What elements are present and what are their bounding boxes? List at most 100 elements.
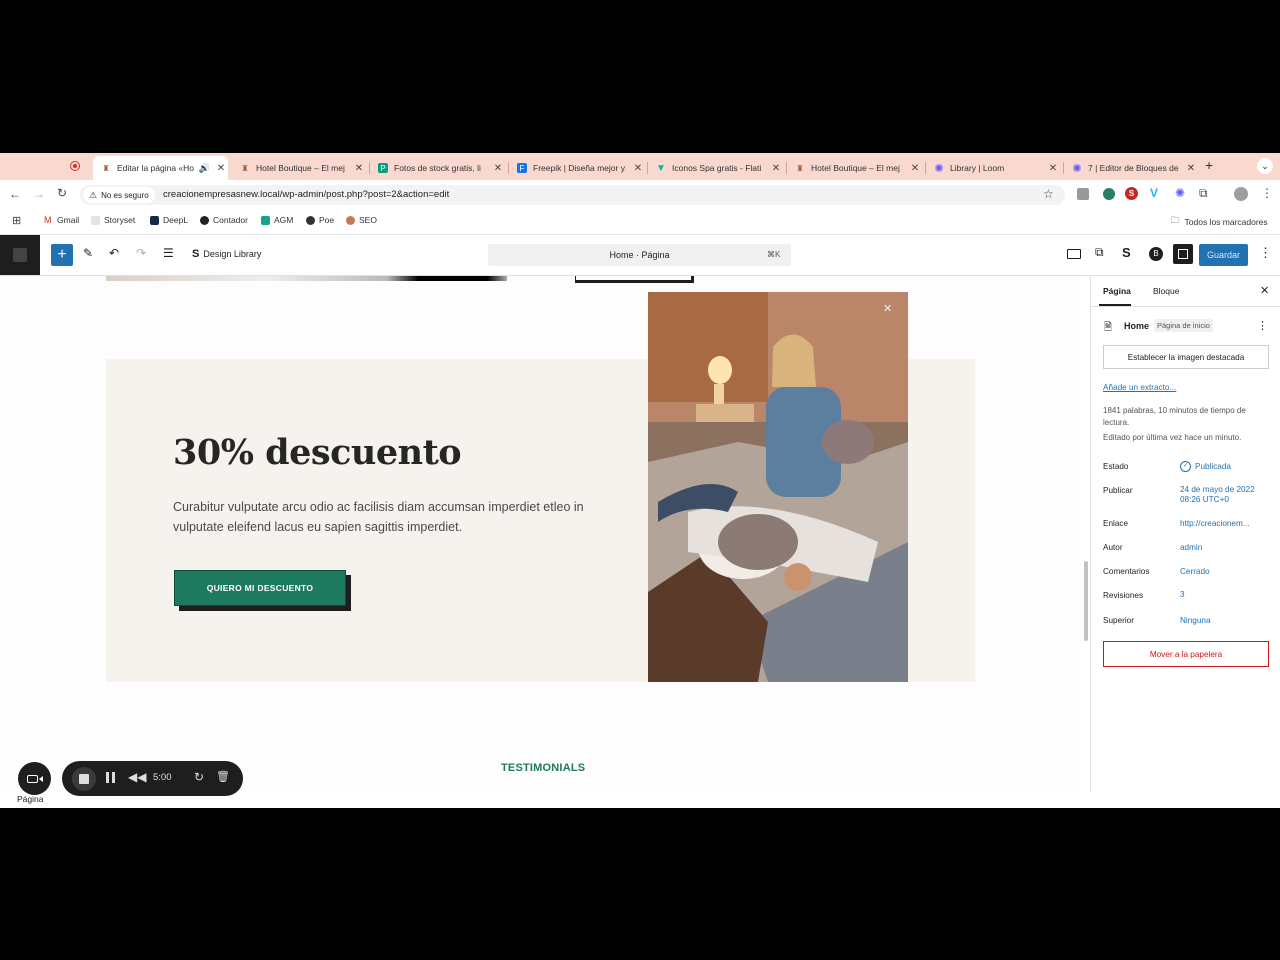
bookmark-seo[interactable]: SEO: [346, 215, 377, 225]
close-tab-icon[interactable]: ✕: [769, 163, 783, 174]
design-library-button[interactable]: S Design Library: [192, 248, 261, 260]
extension-loom-icon[interactable]: ✺: [1175, 186, 1185, 200]
close-tab-icon[interactable]: ✕: [631, 163, 645, 174]
profile-avatar[interactable]: [1234, 187, 1248, 201]
editor-canvas[interactable]: 30% descuento Curabitur vulputate arcu o…: [0, 276, 1081, 791]
restart-icon[interactable]: ↻: [194, 770, 204, 784]
browser-tab-loom-library[interactable]: ✺ Library | Loom ✕: [926, 156, 1060, 180]
settings-sidebar-toggle[interactable]: [1173, 244, 1193, 264]
browser-tab-pexels[interactable]: P Fotos de stock gratis, li ✕: [370, 156, 505, 180]
featured-image-label: Establecer la imagen destacada: [1127, 352, 1245, 362]
tab-page[interactable]: Página: [1103, 286, 1131, 296]
browser-tab-flaticon[interactable]: ▼ Iconos Spa gratis - Flati ✕: [648, 156, 783, 180]
close-tab-icon[interactable]: ✕: [1184, 163, 1198, 174]
add-excerpt-link[interactable]: Añade un extracto...: [1103, 383, 1176, 392]
all-bookmarks[interactable]: 🗀 Todos los marcadores: [1171, 215, 1268, 229]
plugin-b-icon[interactable]: B: [1149, 247, 1163, 261]
delete-recording-icon[interactable]: 🗑: [216, 770, 230, 783]
url-text[interactable]: creacionempresasnew.local/wp-admin/post.…: [163, 189, 449, 200]
author-value[interactable]: admin: [1180, 543, 1202, 552]
audio-playing-icon[interactable]: 🔊: [199, 163, 210, 174]
close-image-icon[interactable]: ✕: [883, 302, 892, 315]
bookmark-poe[interactable]: Poe: [306, 215, 334, 225]
poe-icon: [306, 215, 315, 225]
forward-icon[interactable]: →: [33, 187, 45, 201]
discount-button[interactable]: QUIERO MI DESCUENTO: [174, 570, 346, 606]
bookmark-contador[interactable]: Contador: [200, 215, 248, 225]
bookmark-star-icon[interactable]: ☆: [1043, 187, 1054, 201]
apps-grid-icon[interactable]: ⊞: [12, 214, 21, 227]
status-value[interactable]: ✓ Publicada: [1180, 461, 1231, 472]
stackable-settings-icon[interactable]: S: [1122, 245, 1131, 260]
browser-tab-hotel-1[interactable]: ♜ Hotel Boutique – El mej ✕: [232, 156, 366, 180]
save-button[interactable]: Guardar: [1199, 244, 1248, 266]
preview-desktop-icon[interactable]: [1067, 249, 1081, 259]
freepik-favicon-icon: F: [517, 163, 527, 173]
command-palette[interactable]: Home · Página ⌘K: [488, 244, 791, 266]
add-block-button[interactable]: +: [51, 244, 73, 266]
tab-block[interactable]: Bloque: [1153, 286, 1179, 296]
security-chip[interactable]: ⚠ No es seguro: [83, 187, 155, 203]
previous-section-image: [106, 276, 507, 281]
loom-recorder-controls: ◀◀ 5:00 ↻ 🗑: [62, 761, 243, 796]
close-sidebar-icon[interactable]: ✕: [1260, 284, 1269, 297]
extension-grammar-icon[interactable]: [1103, 188, 1115, 200]
tab-title: Iconos Spa gratis - Flati: [672, 163, 762, 173]
loom-camera-button[interactable]: [18, 762, 51, 795]
redo-icon[interactable]: ↷: [136, 246, 146, 260]
tools-pencil-icon[interactable]: ✎: [83, 246, 93, 260]
close-tab-icon[interactable]: ✕: [908, 163, 922, 174]
discount-heading: 30% descuento: [173, 432, 462, 473]
options-menu-icon[interactable]: ⋮: [1259, 245, 1272, 261]
browser-tab-edit-page[interactable]: ♜ Editar la página «Ho 🔊 ✕: [93, 156, 228, 180]
document-overview-icon[interactable]: ☰: [163, 246, 174, 260]
flaticon-favicon-icon: ▼: [656, 162, 666, 174]
tab-search-icon[interactable]: ⌄: [1257, 158, 1273, 174]
new-tab-icon[interactable]: +: [1205, 157, 1213, 173]
publish-date-value[interactable]: 24 de mayo de 2022 08:26 UTC+0: [1180, 485, 1270, 505]
footer-breadcrumb[interactable]: Página: [17, 794, 43, 804]
close-tab-icon[interactable]: ✕: [214, 163, 228, 174]
link-value[interactable]: http://creacionem...: [1180, 519, 1250, 528]
rewind-icon[interactable]: ◀◀: [128, 770, 146, 784]
back-icon[interactable]: ←: [9, 187, 21, 201]
couple-pillow-fight-photo[interactable]: ✕: [648, 292, 908, 682]
stop-recording-button[interactable]: [72, 767, 96, 791]
extension-vimeo-icon[interactable]: V: [1150, 186, 1158, 200]
address-bar[interactable]: ⚠ No es seguro creacionempresasnew.local…: [80, 185, 1065, 205]
extensions-puzzle-icon[interactable]: ⧉: [1199, 186, 1208, 201]
site-icon[interactable]: [0, 235, 40, 275]
featured-image-button[interactable]: Establecer la imagen destacada: [1103, 345, 1269, 369]
extension-ai-icon[interactable]: [1077, 188, 1089, 200]
parent-value[interactable]: Ninguna: [1180, 616, 1211, 625]
reload-icon[interactable]: ↻: [57, 186, 67, 200]
page-options-icon[interactable]: ⋮: [1257, 319, 1268, 332]
pause-icon[interactable]: [106, 772, 115, 783]
bookmark-gmail[interactable]: M Gmail: [44, 215, 79, 225]
recording-timer: 5:00: [153, 772, 172, 783]
close-tab-icon[interactable]: ✕: [352, 163, 366, 174]
status-value-text: Publicada: [1195, 462, 1231, 471]
view-page-icon[interactable]: ⧉: [1095, 245, 1104, 260]
bookmarks-bar: ⊞ M Gmail Storyset DeepL Contador AGM Poe…: [0, 210, 1280, 235]
canvas-scrollbar[interactable]: [1081, 276, 1090, 791]
loom-favicon-icon: ✺: [1072, 162, 1082, 175]
close-tab-icon[interactable]: ✕: [1046, 163, 1060, 174]
browser-menu-icon[interactable]: ⋮: [1261, 186, 1273, 200]
browser-tab-hotel-2[interactable]: ♜ Hotel Boutique – El mej ✕: [787, 156, 922, 180]
bookmark-storyset[interactable]: Storyset: [91, 215, 135, 225]
comments-value[interactable]: Cerrado: [1180, 567, 1210, 576]
bookmark-agm[interactable]: AGM: [261, 215, 293, 225]
bookmark-deepl[interactable]: DeepL: [150, 215, 188, 225]
comments-label: Comentarios: [1103, 567, 1150, 576]
revisions-value[interactable]: 3: [1180, 590, 1185, 599]
extension-s-icon[interactable]: S: [1125, 187, 1138, 200]
recording-indicator-icon: [70, 161, 80, 171]
undo-icon[interactable]: ↶: [109, 246, 119, 260]
move-to-trash-button[interactable]: Mover a la papelera: [1103, 641, 1269, 667]
scrollbar-thumb[interactable]: [1084, 561, 1088, 641]
browser-tab-freepik[interactable]: F Freepik | Diseña mejor y ✕: [509, 156, 645, 180]
browser-tab-loom-editor[interactable]: ✺ 7 | Editor de Bloques de ✕: [1064, 156, 1198, 180]
close-tab-icon[interactable]: ✕: [491, 163, 505, 174]
last-edited-text: Editado por última vez hace un minuto.: [1103, 433, 1242, 442]
